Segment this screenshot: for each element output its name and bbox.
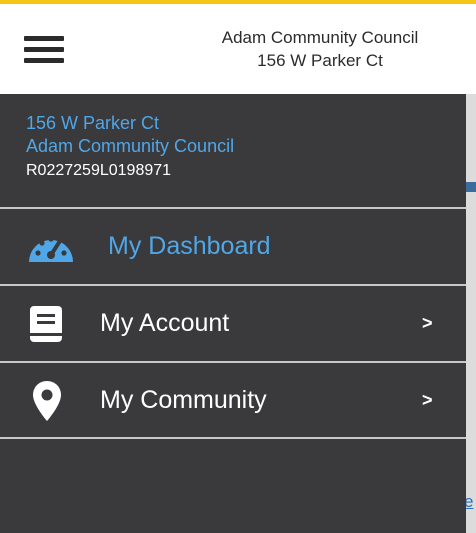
- menu-item-label: My Community: [100, 386, 267, 414]
- background-accent: [466, 182, 476, 192]
- account-id: R0227259L0198971: [26, 162, 172, 179]
- book-icon: [30, 306, 62, 342]
- header-address: 156 W Parker Ct: [257, 51, 383, 70]
- menu-item-label: My Account: [100, 309, 230, 337]
- header-council: Adam Community Council: [221, 28, 419, 47]
- account-address[interactable]: 156 W Parker Ct: [26, 112, 466, 135]
- menu-item-my-dashboard[interactable]: My Dashboard: [0, 207, 466, 284]
- account-council[interactable]: Adam Community Council: [26, 135, 466, 158]
- chevron-right-icon: >: [422, 390, 433, 410]
- menu-item-my-account[interactable]: My Account >: [0, 284, 466, 361]
- map-pin-icon: [33, 381, 61, 421]
- hamburger-menu-icon[interactable]: [24, 32, 66, 66]
- chevron-right-icon: >: [422, 313, 433, 333]
- background-page: [466, 94, 476, 533]
- menu-item-label: My Dashboard: [108, 232, 271, 260]
- dashboard-gauge-icon: [29, 236, 73, 262]
- menu-item-my-community[interactable]: My Community >: [0, 361, 466, 438]
- navigation-drawer: 156 W Parker Ct Adam Community Council R…: [0, 94, 466, 533]
- menu-divider: [0, 437, 466, 439]
- account-info: 156 W Parker Ct Adam Community Council R…: [0, 94, 466, 207]
- header-title: Adam Community Council 156 W Parker Ct: [160, 26, 476, 72]
- app-header: Adam Community Council 156 W Parker Ct: [0, 4, 476, 94]
